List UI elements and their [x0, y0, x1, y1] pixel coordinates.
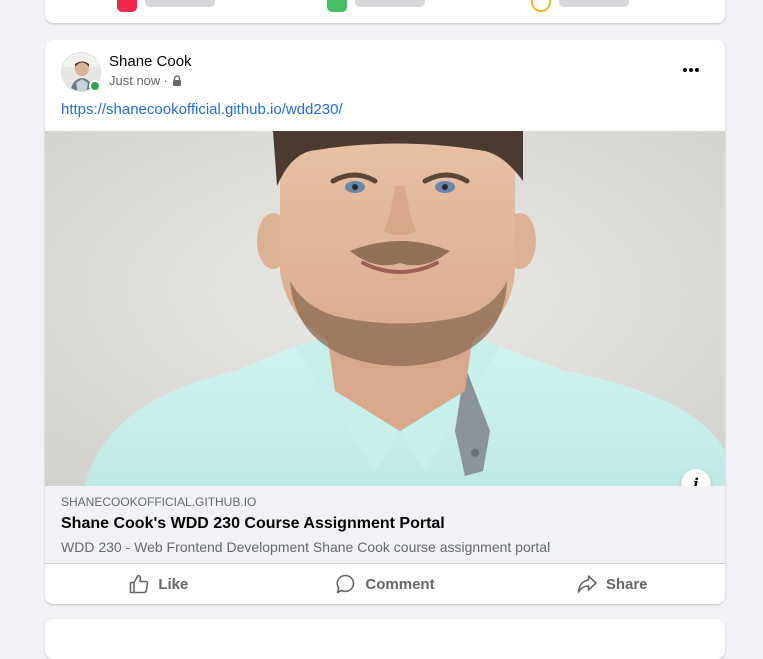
previous-post-action-label [355, 0, 425, 7]
share-icon [577, 575, 597, 593]
link-preview-image[interactable] [45, 131, 725, 486]
previous-post-action-label [145, 0, 215, 7]
lock-icon[interactable] [171, 74, 183, 87]
share-label: Share [605, 575, 648, 593]
like-button[interactable]: Like [45, 564, 272, 604]
previous-post-action[interactable] [327, 0, 425, 12]
more-options-button[interactable] [673, 52, 709, 88]
like-icon [130, 574, 149, 594]
link-preview[interactable]: SHANECOOKOFFICIAL.GITHUB.IO Shane Cook's… [45, 486, 725, 564]
link-preview-title: Shane Cook's WDD 230 Course Assignment P… [61, 515, 445, 532]
feeling-icon [531, 0, 551, 12]
more-options-icon [683, 68, 699, 72]
online-status-indicator [89, 80, 101, 92]
post-action-bar: Like Comment Share [45, 564, 725, 604]
previous-post-card [45, 0, 725, 23]
meta-separator: · [163, 73, 168, 88]
next-post-card [45, 619, 725, 659]
comment-label: Comment [365, 575, 435, 593]
comment-button[interactable]: Comment [272, 564, 499, 604]
author-name[interactable]: Shane Cook [109, 53, 192, 70]
post-meta: Just now · [109, 73, 183, 88]
previous-post-action[interactable] [117, 0, 215, 12]
link-preview-domain: SHANECOOKOFFICIAL.GITHUB.IO [61, 495, 257, 509]
post-timestamp[interactable]: Just now [109, 73, 160, 88]
post-link[interactable]: https://shanecookofficial.github.io/wdd2… [61, 101, 343, 118]
like-label: Like [158, 575, 189, 593]
share-button[interactable]: Share [498, 564, 725, 604]
previous-post-action[interactable] [531, 0, 629, 12]
profile-photo [45, 131, 725, 486]
link-preview-description: WDD 230 - Web Frontend Development Shane… [61, 539, 551, 555]
post-header: Shane Cook Just now · [61, 52, 709, 92]
previous-post-action-label [559, 0, 629, 7]
photo-icon [327, 0, 347, 12]
post-card: Shane Cook Just now · https://shanecooko… [45, 40, 725, 604]
comment-icon [336, 574, 355, 594]
video-icon [117, 0, 137, 12]
